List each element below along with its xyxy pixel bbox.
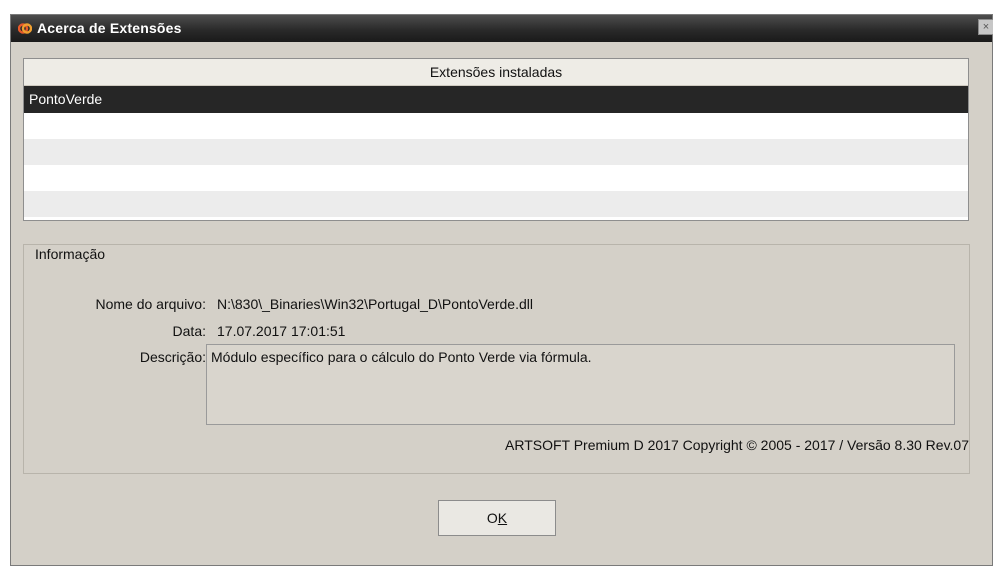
close-button[interactable]: × (978, 19, 993, 35)
list-column-header[interactable]: Extensões instaladas (24, 59, 968, 86)
information-legend: Informação (32, 246, 109, 262)
ok-label-accelerator: K (497, 510, 508, 526)
close-icon: × (982, 21, 990, 33)
installed-extensions-list[interactable]: Extensões instaladas PontoVerde (23, 58, 969, 221)
ok-label: O (486, 510, 498, 526)
description-field[interactable]: Módulo específico para o cálculo do Pont… (206, 344, 955, 425)
app-logo-icon (18, 23, 32, 34)
file-name-value: N:\830\_Binaries\Win32\Portugal_D\PontoV… (217, 296, 533, 312)
date-label: Data: (172, 323, 206, 339)
list-item[interactable] (24, 139, 968, 165)
window-title: Acerca de Extensões (37, 20, 182, 36)
date-value: 17.07.2017 17:01:51 (217, 323, 346, 339)
file-name-label: Nome do arquivo: (95, 296, 206, 312)
title-bar[interactable]: Acerca de Extensões × (11, 15, 993, 42)
list-item-pontoverde[interactable]: PontoVerde (24, 86, 968, 113)
copyright-text: ARTSOFT Premium D 2017 Copyright © 2005 … (505, 437, 969, 453)
list-item[interactable] (24, 191, 968, 217)
list-item[interactable] (24, 113, 968, 139)
ok-button[interactable]: OK (438, 500, 556, 536)
description-text: Módulo específico para o cálculo do Pont… (211, 349, 592, 365)
list-item[interactable] (24, 165, 968, 191)
description-label: Descrição: (139, 349, 206, 365)
